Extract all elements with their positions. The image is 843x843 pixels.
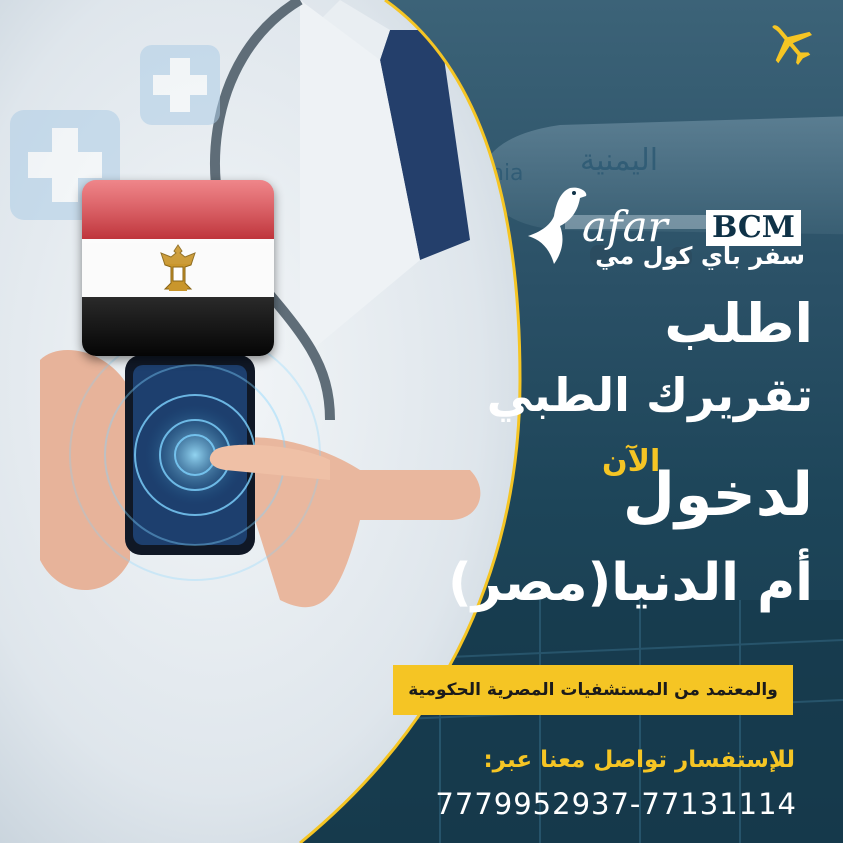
poster: اليمنية nia afar BCM سفر باي كول مي اطلب… xyxy=(0,0,843,843)
headline-line-2: تقريرك الطبي xyxy=(486,368,813,422)
flag-gloss xyxy=(82,180,274,265)
phone-numbers[interactable]: 7779952937-77131114 xyxy=(435,787,797,821)
brand-logo: afar BCM سفر باي كول مي xyxy=(520,180,810,280)
banner-text: والمعتمد من المستشفيات المصرية الحكومية xyxy=(408,680,778,700)
logo-bcm: BCM xyxy=(706,210,801,246)
headline-line-4: أم الدنيا(مصر) xyxy=(447,553,813,613)
egypt-flag-icon xyxy=(82,180,274,356)
logo-tagline: سفر باي كول مي xyxy=(595,242,805,270)
accreditation-banner: والمعتمد من المستشفيات المصرية الحكومية xyxy=(393,665,793,715)
headline-line-3: لدخول xyxy=(622,460,813,530)
inquiry-text: للإستفسار تواصل معنا عبر: xyxy=(483,747,795,773)
bird-icon xyxy=(528,187,587,264)
airplane-icon xyxy=(772,25,812,65)
flag-black-stripe xyxy=(82,297,274,356)
headline-line-1: اطلب xyxy=(664,292,813,355)
